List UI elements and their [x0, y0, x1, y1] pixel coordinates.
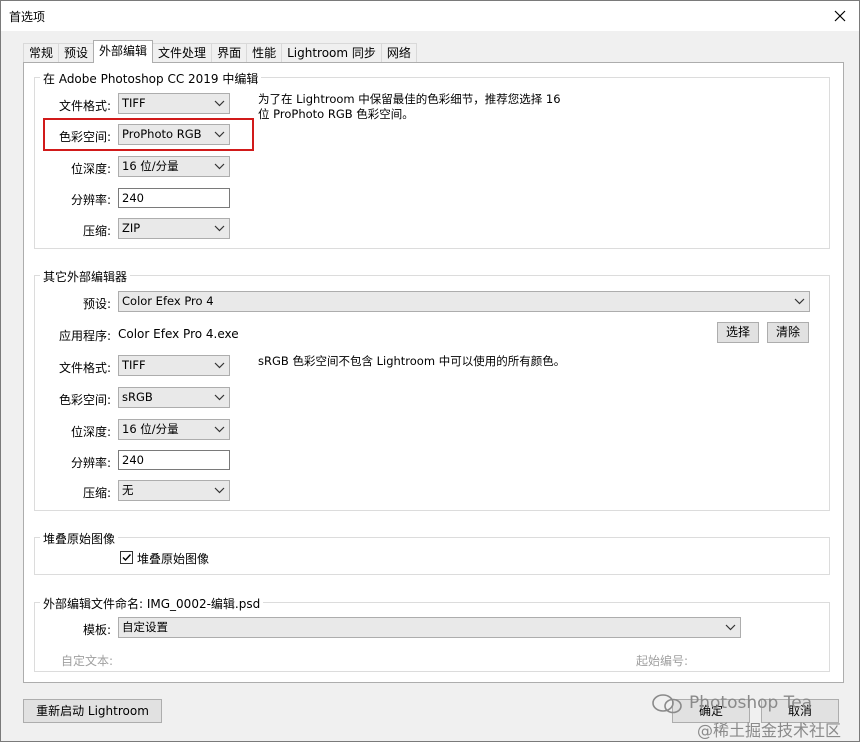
ps-compression-value: ZIP [122, 221, 141, 235]
tab-external-editing[interactable]: 外部编辑 [93, 40, 154, 63]
naming-group-title: 外部编辑文件命名: IMG_0002-编辑.psd [40, 595, 264, 612]
chevron-down-icon [214, 362, 225, 369]
chevron-down-icon [214, 394, 225, 401]
ps-bit-depth-select[interactable]: 16 位/分量 [118, 156, 230, 177]
other-compression-value: 无 [122, 483, 134, 497]
title-bar: 首选项 [1, 1, 859, 31]
ps-bit-depth-value: 16 位/分量 [122, 159, 179, 173]
chevron-down-icon [214, 100, 225, 107]
clear-button[interactable]: 清除 [767, 322, 809, 343]
tab-presets[interactable]: 预设 [58, 43, 95, 63]
other-compression-label: 压缩: [82, 486, 111, 500]
close-icon [834, 10, 846, 22]
tab-interface[interactable]: 界面 [211, 43, 248, 63]
stack-checkbox-label[interactable]: 堆叠原始图像 [137, 550, 209, 567]
close-button[interactable] [825, 3, 855, 29]
srgb-warning-note: sRGB 色彩空间不包含 Lightroom 中可以使用的所有颜色。 [258, 354, 566, 368]
other-file-format-select[interactable]: TIFF [118, 355, 230, 376]
tab-performance[interactable]: 性能 [246, 43, 283, 63]
other-bit-depth-select[interactable]: 16 位/分量 [118, 419, 230, 440]
external-editing-panel: 在 Adobe Photoshop CC 2019 中编辑 文件格式: TIFF… [23, 62, 844, 683]
ps-note-line2: 位 ProPhoto RGB 色彩空间。 [258, 107, 414, 121]
chevron-down-icon [214, 426, 225, 433]
other-resolution-input[interactable]: 240 [118, 450, 230, 470]
watermark-line1: Photoshop Tea [689, 693, 813, 713]
other-color-space-value: sRGB [122, 390, 153, 404]
other-file-format-label: 文件格式: [58, 361, 111, 375]
photoshop-group-title: 在 Adobe Photoshop CC 2019 中编辑 [40, 70, 262, 87]
ps-resolution-label: 分辨率: [70, 193, 111, 207]
tab-file-handling[interactable]: 文件处理 [152, 43, 213, 63]
other-file-format-value: TIFF [122, 358, 146, 372]
other-preset-value: Color Efex Pro 4 [122, 294, 214, 308]
wechat-icon [652, 694, 682, 714]
tab-bar: 常规 预设 外部编辑 文件处理 界面 性能 Lightroom 同步 网络 [23, 40, 417, 63]
stack-group-title: 堆叠原始图像 [40, 530, 119, 547]
ps-file-format-select[interactable]: TIFF [118, 93, 230, 114]
ps-compression-label: 压缩: [82, 224, 111, 238]
window-title: 首选项 [9, 10, 46, 24]
chevron-down-icon [214, 487, 225, 494]
template-value: 自定设置 [122, 620, 168, 634]
chevron-down-icon [794, 298, 805, 305]
chevron-down-icon [725, 624, 736, 631]
other-resolution-label: 分辨率: [70, 456, 111, 470]
ps-note-line1: 为了在 Lightroom 中保留最佳的色彩细节，推荐您选择 16 [258, 92, 561, 106]
ps-resolution-input[interactable]: 240 [118, 188, 230, 208]
chevron-down-icon [214, 163, 225, 170]
other-compression-select[interactable]: 无 [118, 480, 230, 501]
tab-lightroom-sync[interactable]: Lightroom 同步 [281, 43, 382, 63]
tab-general[interactable]: 常规 [23, 43, 60, 63]
stack-checkbox[interactable] [120, 551, 133, 564]
other-editor-group-title: 其它外部编辑器 [40, 268, 131, 285]
chevron-down-icon [214, 225, 225, 232]
color-space-highlight-box [43, 118, 254, 151]
check-icon [122, 554, 132, 562]
ps-recommendation-note: 为了在 Lightroom 中保留最佳的色彩细节，推荐您选择 16 位 ProP… [258, 92, 561, 122]
other-preset-label: 预设: [82, 297, 111, 311]
other-app-label: 应用程序: [58, 329, 111, 343]
other-app-value: Color Efex Pro 4.exe [118, 327, 239, 341]
template-label: 模板: [82, 623, 111, 637]
preferences-window: 首选项 常规 预设 外部编辑 文件处理 界面 性能 Lightroom 同步 网… [0, 0, 860, 742]
choose-button[interactable]: 选择 [717, 322, 759, 343]
tab-network[interactable]: 网络 [380, 43, 417, 63]
other-color-space-label: 色彩空间: [58, 393, 111, 407]
other-color-space-select[interactable]: sRGB [118, 387, 230, 408]
ps-compression-select[interactable]: ZIP [118, 218, 230, 239]
other-bit-depth-value: 16 位/分量 [122, 422, 179, 436]
ps-file-format-label: 文件格式: [58, 99, 111, 113]
other-bit-depth-label: 位深度: [70, 425, 111, 439]
other-preset-select[interactable]: Color Efex Pro 4 [118, 291, 810, 312]
restart-lightroom-button[interactable]: 重新启动 Lightroom [23, 699, 162, 723]
watermark-line2: @稀土掘金技术社区 [697, 721, 842, 740]
custom-text-label: 自定文本: [61, 654, 114, 668]
ps-bit-depth-label: 位深度: [70, 162, 111, 176]
start-number-label: 起始编号: [636, 654, 689, 668]
template-select[interactable]: 自定设置 [118, 617, 741, 638]
ps-file-format-value: TIFF [122, 96, 146, 110]
